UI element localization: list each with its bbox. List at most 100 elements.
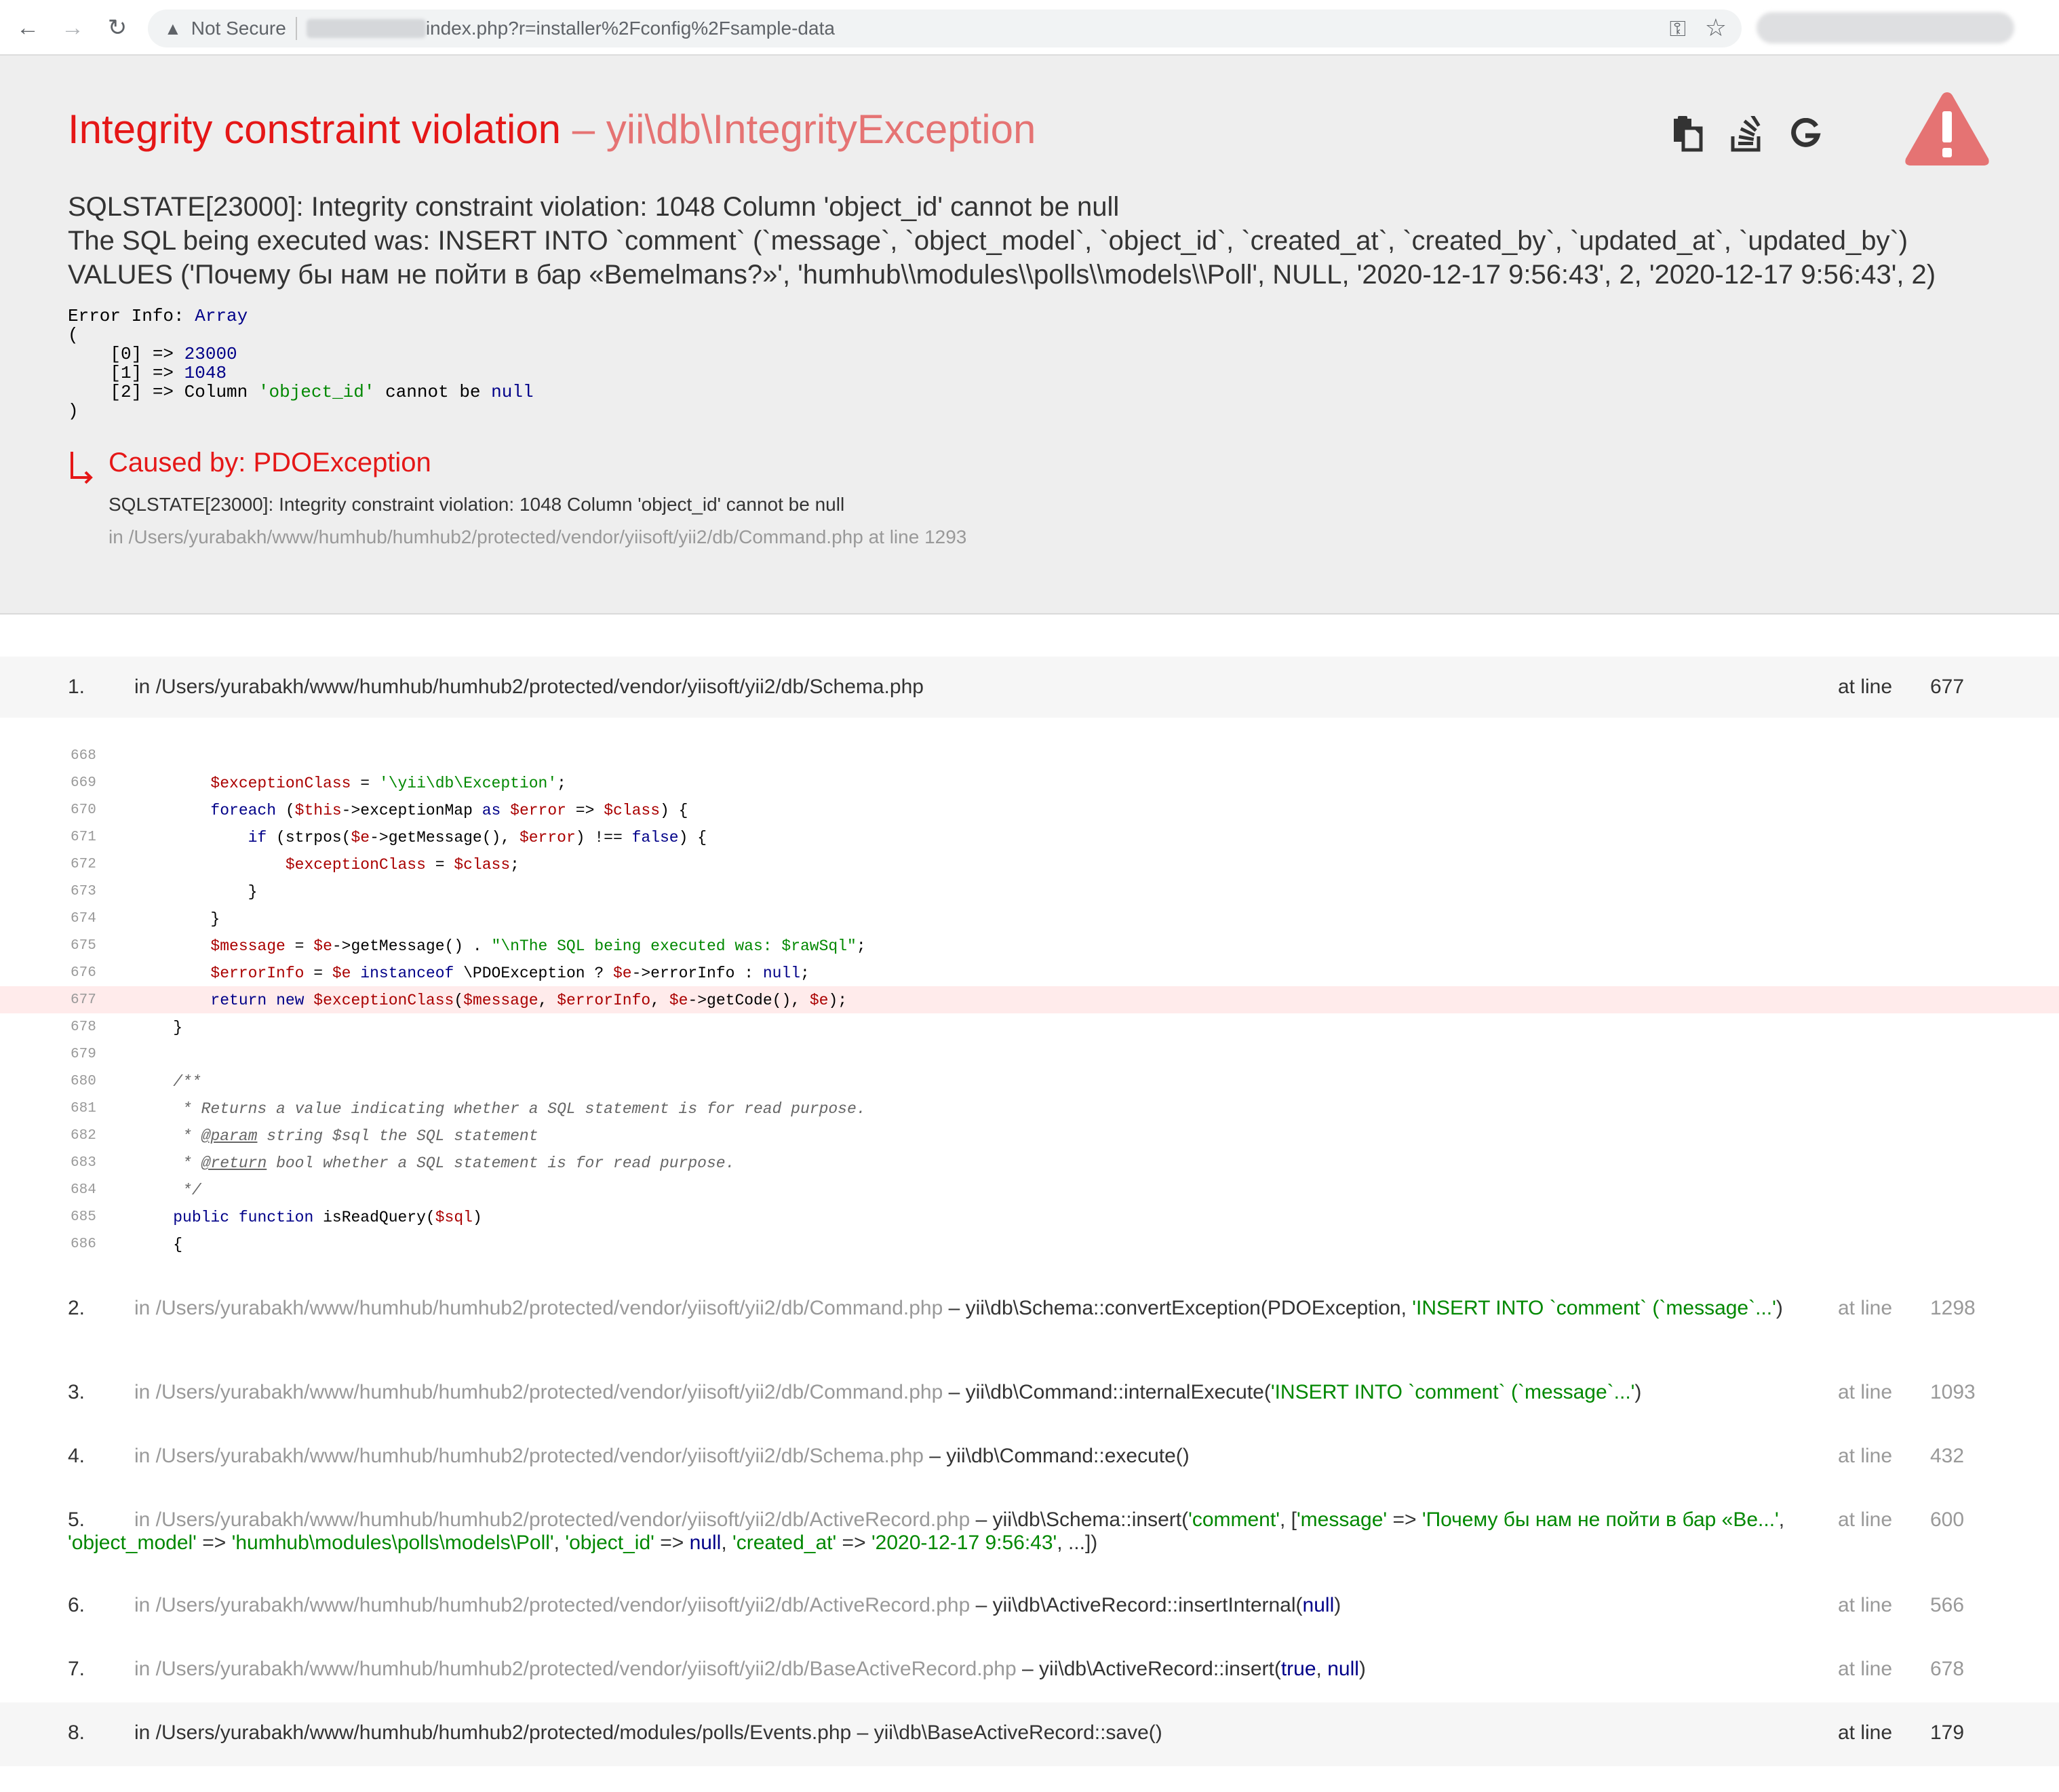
frame-location: in /Users/yurabakh/www/humhub/humhub2/pr… [134, 1445, 1789, 1468]
frame-line-number: 179 [1930, 1721, 1965, 1744]
code-line[interactable]: 680 /** [0, 1068, 2059, 1095]
code-variable: $errorInfo [210, 965, 305, 982]
frame-file[interactable]: in /Users/yurabakh/www/humhub/humhub2/pr… [134, 1297, 943, 1319]
frame-call: => [1387, 1508, 1422, 1531]
code-line[interactable]: 673 } [0, 878, 2059, 905]
code-token: ->exceptionMap [341, 802, 482, 819]
error-info-value: cannot be [374, 382, 492, 402]
frame-at-line-label: at line [1838, 676, 1893, 698]
code-line[interactable]: 686 { [0, 1230, 2059, 1258]
code-line[interactable]: 668 [0, 742, 2059, 769]
caused-by-title[interactable]: Caused by: PDOException [109, 448, 431, 478]
code-token: ; [557, 775, 566, 792]
code-line-error[interactable]: 677 return new $exceptionClass($message,… [0, 986, 2059, 1013]
code-variable: $e [612, 965, 632, 982]
message-line-3[interactable]: VALUES ('Почему бы нам не пойти в бар «B… [68, 258, 1936, 292]
code-token: ); [828, 992, 848, 1009]
code-keyword: public [173, 1209, 230, 1226]
frame-file[interactable]: in /Users/yurabakh/www/humhub/humhub2/pr… [134, 1381, 943, 1403]
code-variable: $e [351, 829, 370, 846]
code-line[interactable]: 681 * Returns a value indicating whether… [0, 1095, 2059, 1122]
error-info-value: 1048 [184, 363, 227, 383]
code-string: "\nThe SQL being executed was: $rawSql" [491, 937, 857, 955]
frame-at-line-label: at line [1838, 1297, 1893, 1319]
code-line[interactable]: 685 public function isReadQuery($sql) [0, 1203, 2059, 1230]
error-info-open: ( [68, 325, 79, 345]
frame-file[interactable]: in /Users/yurabakh/www/humhub/humhub2/pr… [134, 1721, 851, 1744]
code-text: } [136, 1019, 182, 1036]
error-info-string: 'object_id' [258, 382, 375, 402]
code-line[interactable]: 679 [0, 1040, 2059, 1068]
code-line[interactable]: 675 $message = $e->getMessage() . "\nThe… [0, 932, 2059, 959]
code-variable: $error [510, 802, 566, 819]
code-line[interactable]: 669 $exceptionClass = '\yii\db\Exception… [0, 769, 2059, 796]
code-text: * Returns a value indicating whether a S… [136, 1100, 866, 1118]
stackoverflow-icon[interactable] [1727, 114, 1767, 155]
frame-arg-keyword: null [1327, 1658, 1359, 1680]
google-icon[interactable] [1785, 114, 1826, 155]
address-separator [295, 17, 297, 40]
back-arrow-icon[interactable]: ← [9, 9, 46, 46]
frame-arg-string: 'INSERT INTO `comment` (`message`...' [1412, 1297, 1776, 1319]
message-line-1[interactable]: SQLSTATE[23000]: Integrity constraint vi… [68, 190, 1936, 224]
code-line[interactable]: 676 $errorInfo = $e instanceof \PDOExcep… [0, 959, 2059, 986]
frame-location: in /Users/yurabakh/www/humhub/humhub2/pr… [134, 1594, 1789, 1617]
frame-call: , [ [1279, 1508, 1297, 1531]
code-text: $exceptionClass = $class; [136, 856, 519, 874]
stack-frame-2[interactable]: 2. in /Users/yurabakh/www/humhub/humhub2… [0, 1278, 2059, 1362]
bookmark-star-icon[interactable]: ☆ [1705, 14, 1727, 42]
frame-location: in /Users/yurabakh/www/humhub/humhub2/pr… [134, 1658, 1789, 1681]
stack-frame-6[interactable]: 6. in /Users/yurabakh/www/humhub/humhub2… [0, 1575, 2059, 1639]
forward-arrow-icon[interactable]: → [54, 9, 91, 46]
frame-file[interactable]: in /Users/yurabakh/www/humhub/humhub2/pr… [134, 1658, 1017, 1680]
code-line[interactable]: 684 */ [0, 1176, 2059, 1203]
code-line[interactable]: 678 } [0, 1013, 2059, 1040]
code-comment: bool whether a SQL statement is for read… [267, 1154, 735, 1172]
code-line[interactable]: 683 * @return bool whether a SQL stateme… [0, 1149, 2059, 1176]
error-info-label: Error Info: [68, 306, 195, 326]
frame-number: 6. [68, 1594, 85, 1616]
message-line-2[interactable]: The SQL being executed was: INSERT INTO … [68, 224, 1936, 258]
reload-icon[interactable]: ↻ [99, 9, 136, 46]
frame-call: , [1316, 1658, 1328, 1680]
frame-location: in /Users/yurabakh/www/humhub/humhub2/pr… [68, 1297, 1790, 1320]
security-label[interactable]: Not Secure [191, 18, 286, 39]
frame-line-number: 1093 [1930, 1381, 1976, 1403]
stack-frame-8[interactable]: 8. in /Users/yurabakh/www/humhub/humhub2… [0, 1702, 2059, 1766]
error-info-close: ) [68, 401, 79, 421]
stack-frame-1[interactable]: 1. in /Users/yurabakh/www/humhub/humhub2… [0, 657, 2059, 718]
stack-frame-4[interactable]: 4. in /Users/yurabakh/www/humhub/humhub2… [0, 1426, 2059, 1489]
code-text: $errorInfo = $e instanceof \PDOException… [136, 965, 809, 982]
code-line[interactable]: 671 if (strpos($e->getMessage(), $error)… [0, 823, 2059, 851]
line-number: 686 [71, 1236, 96, 1252]
address-bar[interactable]: ▲ Not Secure index.php?r=installer%2Fcon… [148, 9, 1742, 47]
frame-file[interactable]: in /Users/yurabakh/www/humhub/humhub2/pr… [134, 1445, 924, 1467]
stack-frame-5[interactable]: 5. in /Users/yurabakh/www/humhub/humhub2… [0, 1489, 2059, 1575]
frame-arg-string: 'object_model' [68, 1532, 197, 1554]
code-text: */ [136, 1182, 201, 1199]
stack-frame-7[interactable]: 7. in /Users/yurabakh/www/humhub/humhub2… [0, 1639, 2059, 1702]
frame-location: in /Users/yurabakh/www/humhub/humhub2/pr… [134, 1721, 1789, 1745]
frame-file[interactable]: in /Users/yurabakh/www/humhub/humhub2/pr… [134, 1594, 970, 1616]
key-icon[interactable]: ⚿ [1670, 16, 1686, 42]
frame-file[interactable]: in /Users/yurabakh/www/humhub/humhub2/pr… [134, 676, 924, 698]
line-number: 668 [71, 748, 96, 764]
line-number: 682 [71, 1128, 96, 1144]
caused-by-file[interactable]: in /Users/yurabakh/www/humhub/humhub2/pr… [109, 526, 966, 548]
code-line[interactable]: 670 foreach ($this->exceptionMap as $err… [0, 796, 2059, 823]
exception-name[interactable]: Integrity constraint violation [68, 106, 561, 152]
exception-class[interactable]: – yii\db\IntegrityException [561, 106, 1036, 152]
extension-icons-redacted [1757, 12, 2014, 43]
caused-by-message[interactable]: SQLSTATE[23000]: Integrity constraint vi… [109, 494, 844, 515]
code-line[interactable]: 682 * @param string $sql the SQL stateme… [0, 1122, 2059, 1149]
code-line[interactable]: 674 } [0, 905, 2059, 932]
warning-triangle-icon[interactable]: ▲ [164, 18, 182, 39]
frame-file[interactable]: in /Users/yurabakh/www/humhub/humhub2/pr… [134, 1508, 970, 1531]
url-text[interactable]: index.php?r=installer%2Fconfig%2Fsample-… [426, 18, 835, 39]
error-info-key: [1] => [68, 363, 184, 383]
stack-frame-3[interactable]: 3. in /Users/yurabakh/www/humhub/humhub2… [0, 1362, 2059, 1426]
code-token: } [173, 1019, 183, 1036]
copy-icon[interactable] [1668, 114, 1709, 155]
frame-call: , ...]) [1057, 1532, 1098, 1554]
code-line[interactable]: 672 $exceptionClass = $class; [0, 851, 2059, 878]
